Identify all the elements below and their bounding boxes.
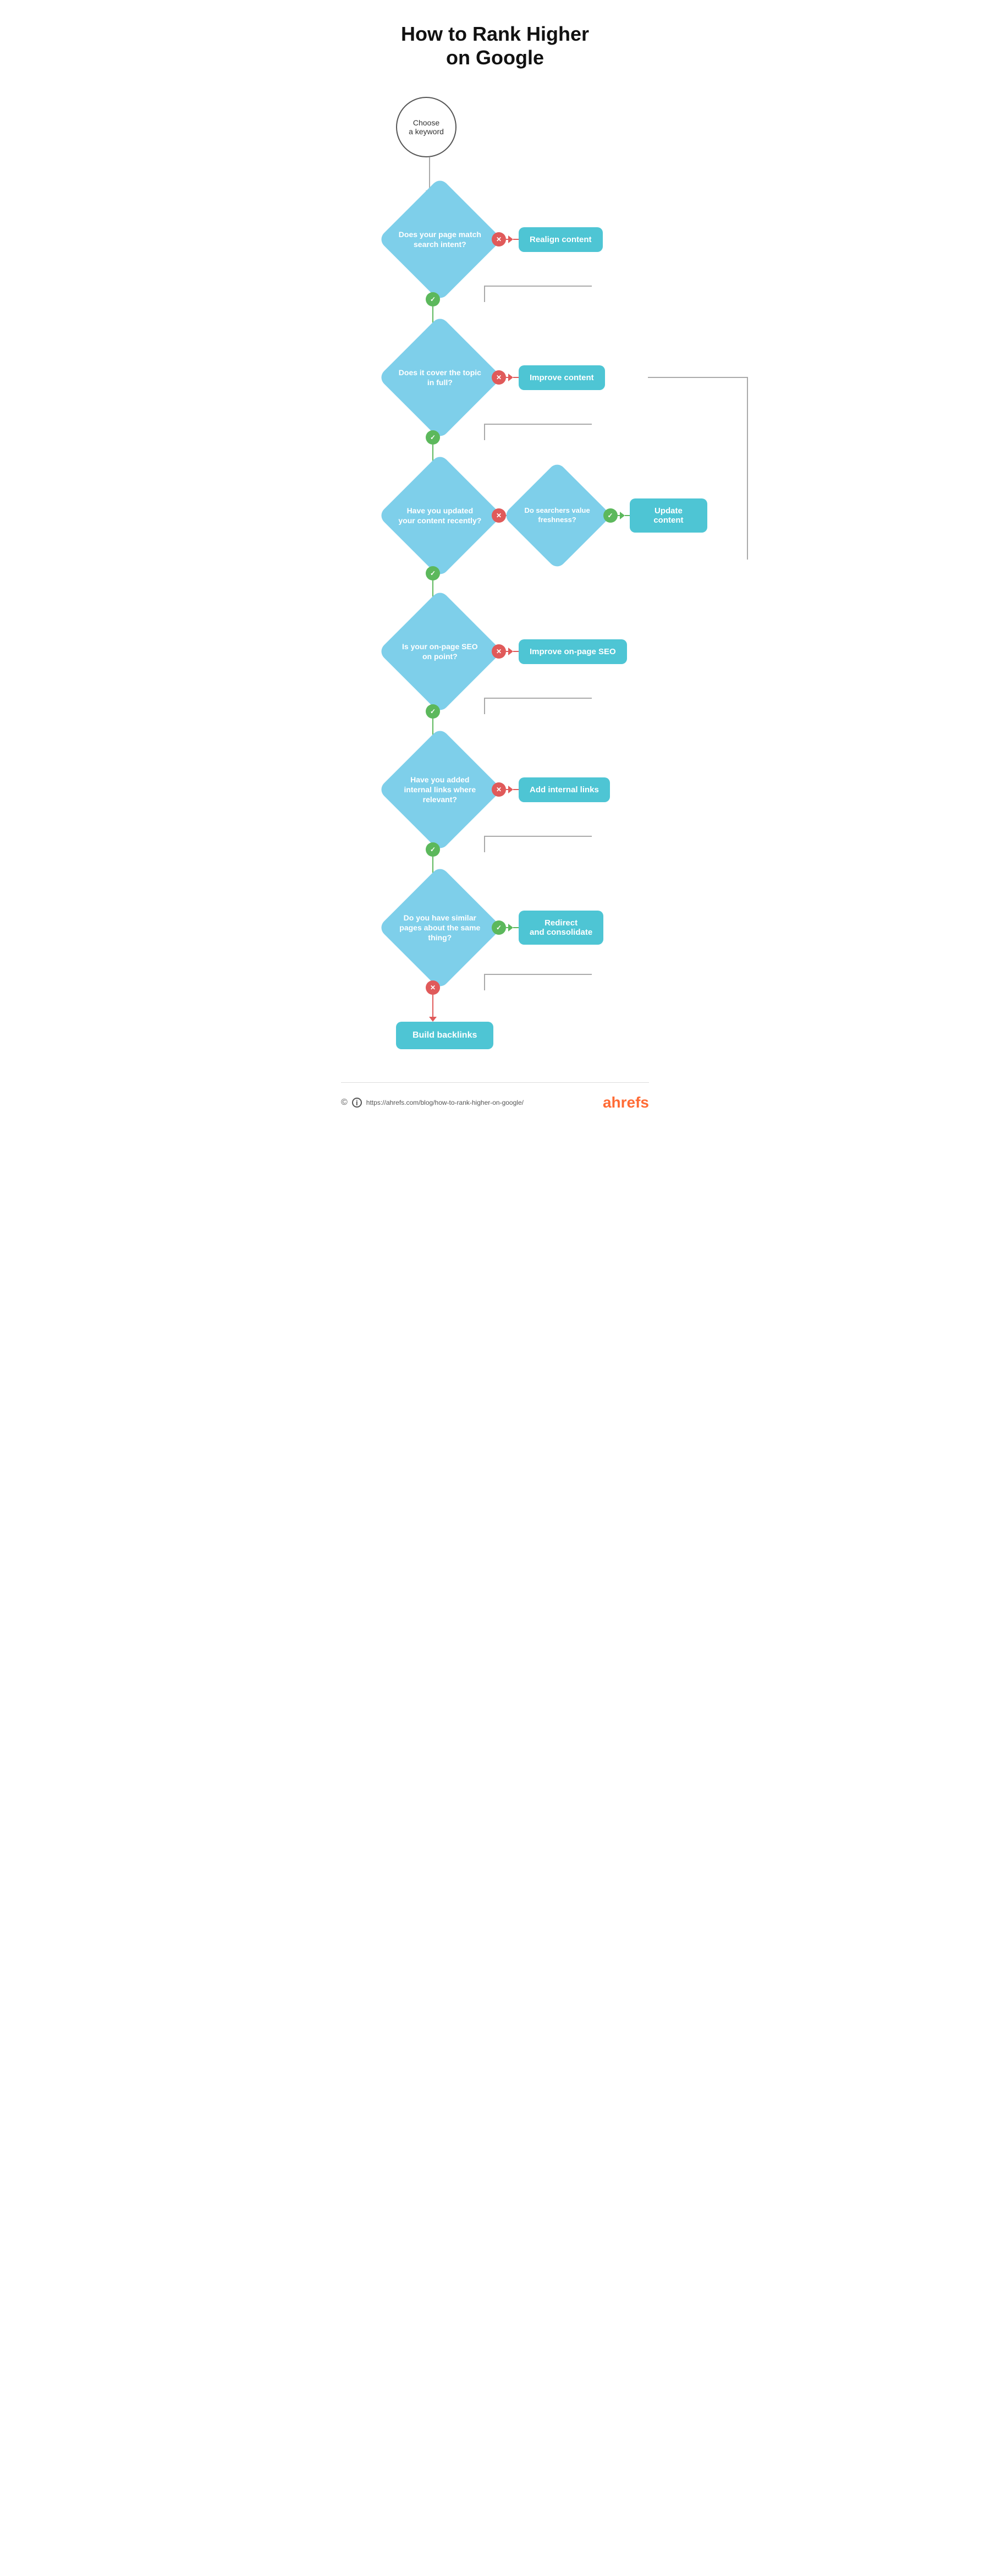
a5-box: Add internal links bbox=[519, 777, 610, 802]
q3-row: Have you updated your content recently? … bbox=[396, 472, 707, 560]
q3b-yes-badge: ✓ bbox=[603, 508, 618, 523]
q6-yes-badge: ✓ bbox=[492, 920, 506, 935]
q3-diamond: Have you updated your content recently? bbox=[378, 453, 502, 578]
q5-no-badge: ✕ bbox=[492, 782, 506, 797]
q6-no-badge: ✕ bbox=[426, 980, 440, 995]
a2-box: Improve content bbox=[519, 365, 605, 390]
flowchart: Choose a keyword Does your page match se… bbox=[341, 97, 649, 1049]
footer-left: © i https://ahrefs.com/blog/how-to-rank-… bbox=[341, 1098, 524, 1108]
q5-row: Have you added internal links where rele… bbox=[396, 746, 610, 834]
info-icon: i bbox=[352, 1098, 362, 1108]
a3-box: Update content bbox=[630, 498, 707, 533]
q2-row: Does it cover the topic in full? ✕ Impro… bbox=[396, 333, 605, 421]
q5-diamond: Have you added internal links where rele… bbox=[378, 727, 502, 852]
cc-icon: © bbox=[341, 1098, 348, 1108]
end-node: Build backlinks bbox=[396, 1022, 493, 1049]
footer-url: https://ahrefs.com/blog/how-to-rank-high… bbox=[366, 1099, 524, 1106]
q3-yes-badge: ✓ bbox=[426, 566, 440, 580]
q1-diamond: Does your page match search intent? bbox=[378, 177, 502, 302]
q4-diamond: Is your on-page SEO on point? bbox=[378, 589, 502, 714]
q3-no-badge: ✕ bbox=[492, 508, 506, 523]
q2-yes-badge: ✓ bbox=[426, 430, 440, 445]
end-box: Build backlinks bbox=[396, 1022, 493, 1049]
footer: © i https://ahrefs.com/blog/how-to-rank-… bbox=[341, 1082, 649, 1111]
q1-row: Does your page match search intent? ✕ Re… bbox=[396, 195, 603, 283]
q4-no-badge: ✕ bbox=[492, 644, 506, 659]
q4-yes-badge: ✓ bbox=[426, 704, 440, 719]
q2-diamond: Does it cover the topic in full? bbox=[378, 315, 502, 440]
q2-no-badge: ✕ bbox=[492, 370, 506, 385]
a4-box: Improve on-page SEO bbox=[519, 639, 627, 664]
brand-logo: ahrefs bbox=[603, 1094, 649, 1111]
q4-row: Is your on-page SEO on point? ✕ Improve … bbox=[396, 607, 627, 695]
q1-yes-badge: ✓ bbox=[426, 292, 440, 306]
q5-yes-badge: ✓ bbox=[426, 842, 440, 857]
a6-box: Redirect and consolidate bbox=[519, 911, 603, 945]
q3b-diamond: Do searchers value freshness? bbox=[503, 461, 612, 570]
q1-no-badge: ✕ bbox=[492, 232, 506, 246]
a1-box: Realign content bbox=[519, 227, 603, 252]
page-title: How to Rank Higher on Google bbox=[341, 22, 649, 69]
q6-diamond: Do you have similar pages about the same… bbox=[378, 865, 502, 990]
start-node: Choose a keyword bbox=[396, 97, 457, 157]
q6-row: Do you have similar pages about the same… bbox=[396, 884, 603, 972]
